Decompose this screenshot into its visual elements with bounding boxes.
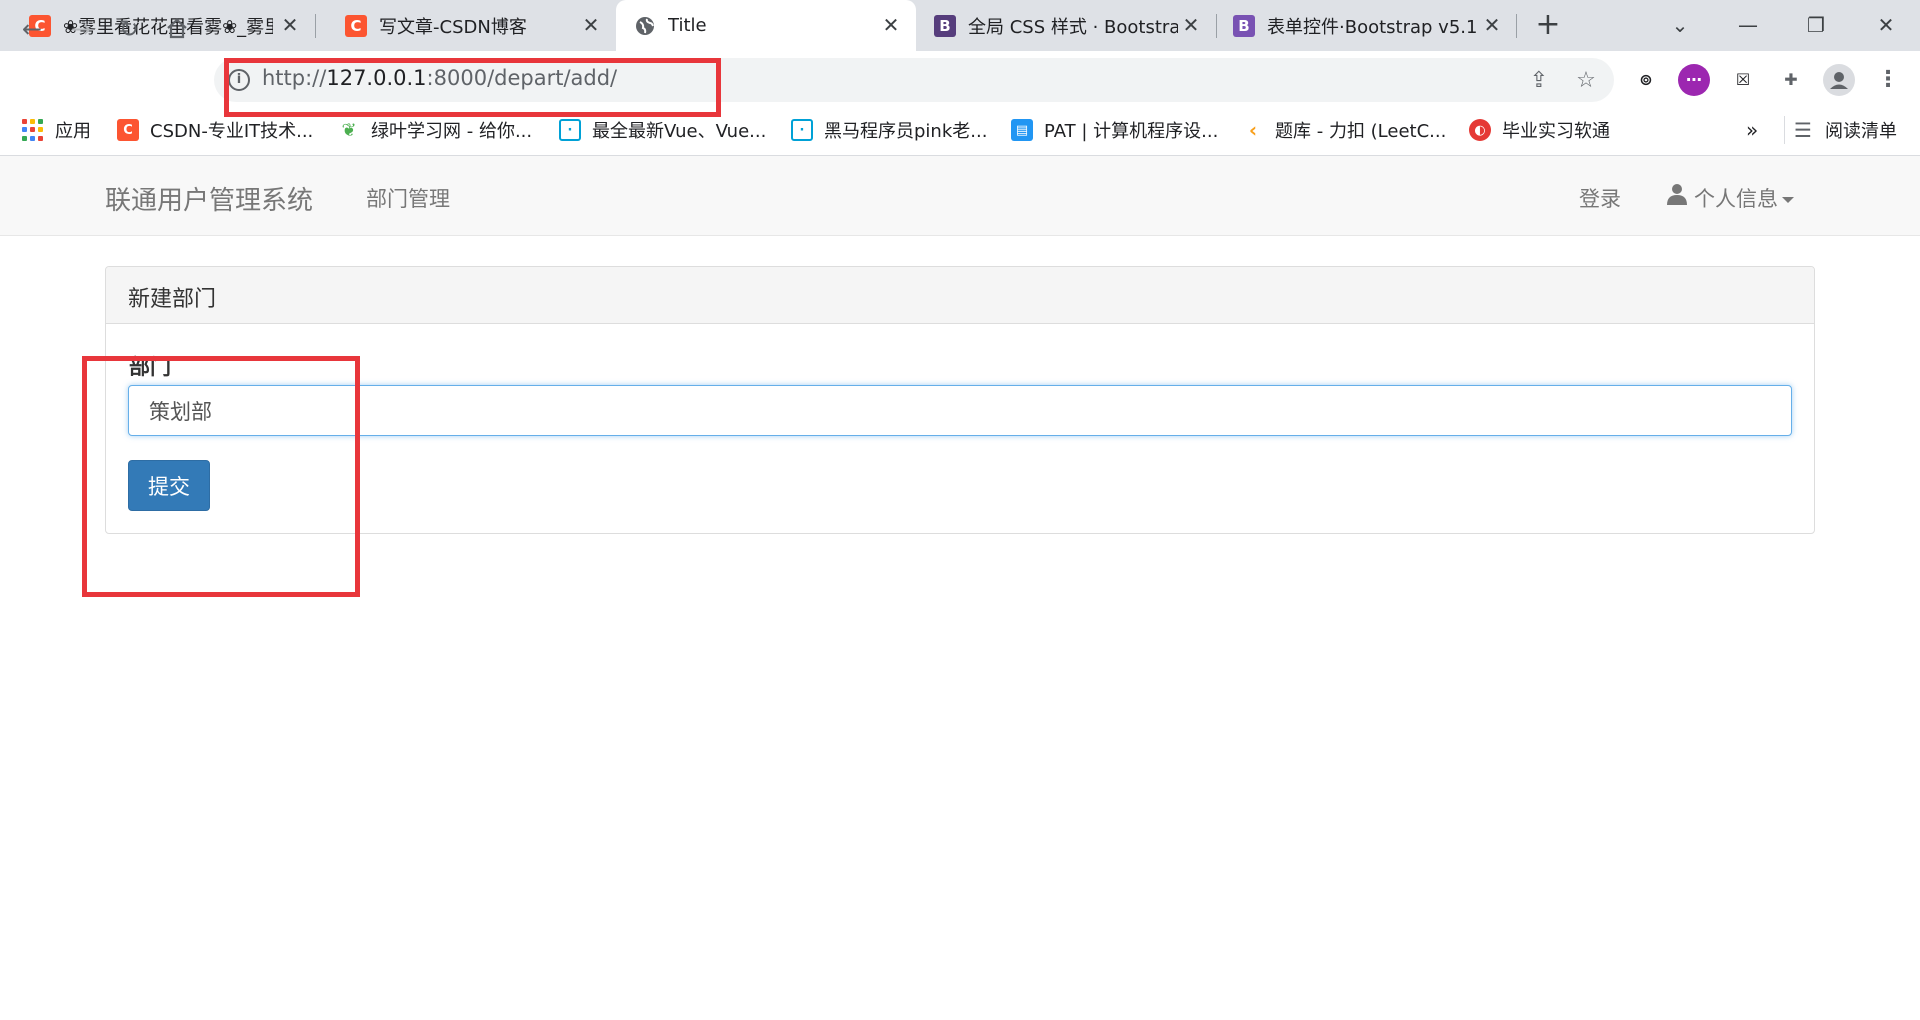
leaf-icon: ❦ <box>341 119 357 141</box>
bookmark-lvye[interactable]: ❦ 绿叶学习网 - 给你... <box>338 116 532 144</box>
user-icon <box>1667 183 1687 205</box>
tab-separator <box>1516 14 1517 38</box>
menu-kebab-icon[interactable]: ⋮ <box>1872 64 1904 96</box>
tab-title-active[interactable]: Title ✕ <box>616 0 916 51</box>
caret-down-icon <box>1782 197 1794 203</box>
bookmark-label: 最全最新Vue、Vue... <box>592 121 767 142</box>
leetcode-icon: ‹ <box>1248 118 1258 142</box>
tab-title: Title <box>668 15 707 36</box>
bookmarks-more-icon[interactable]: » <box>1746 116 1758 144</box>
bookmark-vue[interactable]: · 最全最新Vue、Vue... <box>559 116 766 144</box>
close-icon[interactable]: ✕ <box>880 14 902 36</box>
bookmark-csdn[interactable]: C CSDN-专业IT技术... <box>117 116 313 144</box>
bookmark-label: 应用 <box>55 121 91 142</box>
bilibili-icon: · <box>559 119 581 141</box>
bookmark-star-icon[interactable]: ☆ <box>1571 66 1601 96</box>
bootstrap-icon: B <box>1233 14 1255 37</box>
navbar-brand[interactable]: 联通用户管理系统 <box>105 180 313 217</box>
bookmark-label: PAT | 计算机程序设... <box>1044 121 1219 142</box>
bookmarks-separator <box>1784 116 1785 144</box>
restore-icon[interactable]: ❐ <box>1796 8 1836 42</box>
tab-bootstrap-forms[interactable]: B 表单控件·Bootstrap v5.1 ✕ <box>1217 0 1517 51</box>
tab-search-icon[interactable]: ⌄ <box>1660 8 1700 42</box>
tab-bootstrap-css[interactable]: B 全局 CSS 样式 · Bootstrap ✕ <box>916 0 1216 51</box>
bootstrap-icon: B <box>934 14 956 37</box>
puzzle-icon[interactable]: ✚ <box>1775 64 1807 96</box>
minimize-icon[interactable]: — <box>1728 8 1768 42</box>
close-icon[interactable]: ✕ <box>1180 14 1202 36</box>
bookmark-pat[interactable]: ▤ PAT | 计算机程序设... <box>1011 116 1218 144</box>
extension-icon[interactable]: ⊚ <box>1630 64 1662 96</box>
bilibili-icon: · <box>791 119 813 141</box>
bookmark-label: 绿叶学习网 - 给你... <box>371 121 533 142</box>
profile-avatar[interactable] <box>1823 64 1855 96</box>
apps-grid-icon <box>22 119 44 141</box>
extension-icon[interactable]: ☒ <box>1727 64 1759 96</box>
tab-title: 全局 CSS 样式 · Bootstrap <box>968 16 1178 38</box>
tab-title: 表单控件·Bootstrap v5.1 <box>1267 16 1477 38</box>
profile-label: 个人信息 <box>1694 187 1778 211</box>
home-icon[interactable] <box>159 11 195 47</box>
close-icon[interactable]: ✕ <box>1481 14 1503 36</box>
close-icon[interactable]: ✕ <box>580 14 602 36</box>
bookmark-label: CSDN-专业IT技术... <box>150 121 314 142</box>
bookmark-label: 黑马程序员pink老... <box>824 121 988 142</box>
globe-icon <box>634 15 656 37</box>
reading-list-icon: ☰ <box>1794 118 1812 142</box>
annotation-box-form <box>82 356 360 597</box>
share-icon[interactable]: ⇪ <box>1524 66 1554 96</box>
bookmark-label: 毕业实习软通 <box>1502 121 1610 142</box>
tab-title: 写文章-CSDN博客 <box>379 16 527 38</box>
csdn-icon: C <box>117 119 139 141</box>
bookmark-apps[interactable]: 应用 <box>22 116 91 144</box>
new-tab-button[interactable]: + <box>1532 10 1564 42</box>
bookmark-pink[interactable]: · 黑马程序员pink老... <box>791 116 987 144</box>
reading-list[interactable]: ☰ 阅读清单 <box>1792 116 1897 144</box>
close-icon[interactable]: ✕ <box>279 14 301 36</box>
back-icon[interactable]: ← <box>14 11 50 47</box>
panel-heading <box>106 267 1814 324</box>
panel-title: 新建部门 <box>128 287 217 312</box>
bookmark-label: 题库 - 力扣 (LeetC... <box>1275 121 1447 142</box>
depart-title-input[interactable] <box>128 385 1792 436</box>
reload-icon[interactable]: ↻ <box>111 11 147 47</box>
bookmark-leetcode[interactable]: ‹ 题库 - 力扣 (LeetC... <box>1242 116 1446 144</box>
tab-csdn-write[interactable]: C 写文章-CSDN博客 ✕ <box>316 0 616 51</box>
nav-link-profile[interactable]: 个人信息 <box>1694 183 1794 213</box>
nav-link-depart[interactable]: 部门管理 <box>366 183 450 213</box>
forward-icon[interactable]: → <box>63 11 99 47</box>
extension-icon[interactable]: ⋯ <box>1678 64 1710 96</box>
csdn-icon: C <box>345 14 367 37</box>
nav-link-login[interactable]: 登录 <box>1579 183 1621 213</box>
annotation-box-url <box>224 58 721 117</box>
reading-list-label: 阅读清单 <box>1825 121 1897 142</box>
bookmark-isoftstone[interactable]: ◐ 毕业实习软通 <box>1469 116 1610 144</box>
window-close-icon[interactable]: ✕ <box>1866 8 1906 42</box>
softstone-icon: ◐ <box>1469 119 1491 141</box>
pat-icon: ▤ <box>1011 119 1033 141</box>
